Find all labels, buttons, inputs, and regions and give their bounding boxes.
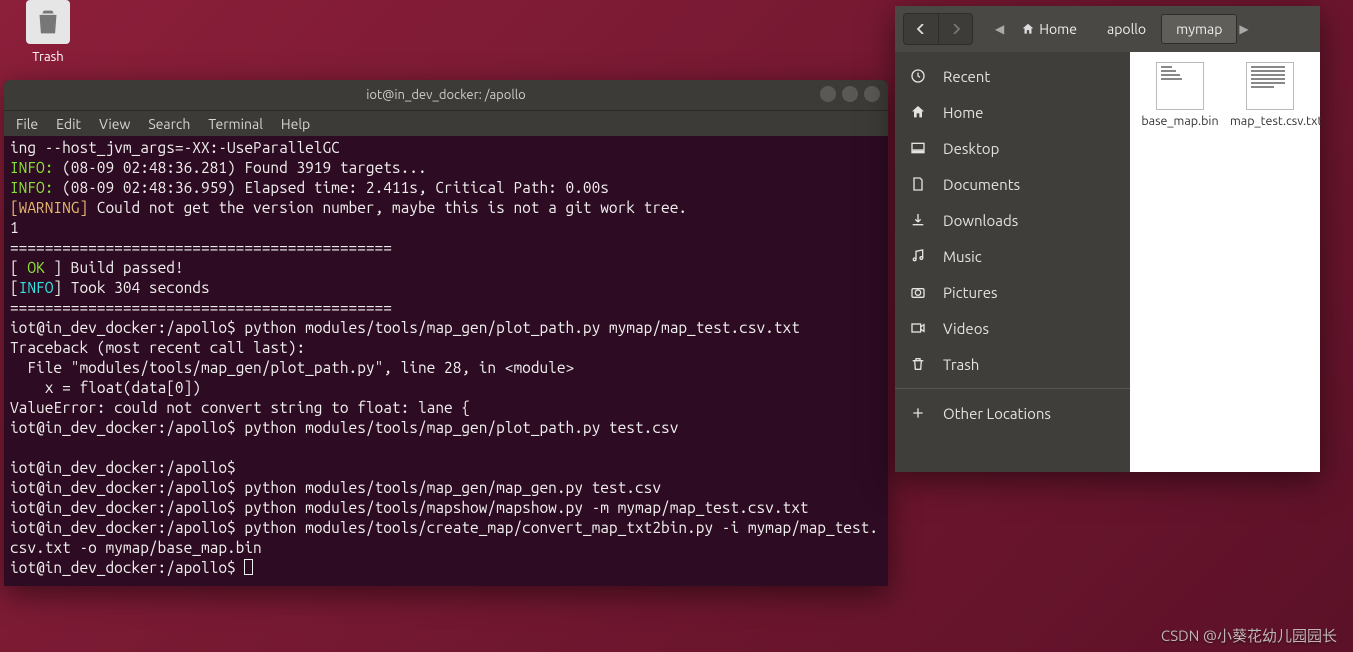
- file-label: map_test.csv.txt: [1230, 114, 1310, 128]
- path-right-icon[interactable]: ▶: [1237, 22, 1250, 36]
- menu-help[interactable]: Help: [281, 116, 310, 132]
- path-segment-apollo[interactable]: apollo: [1092, 14, 1161, 44]
- files-window: ◀ Home apollo mymap ▶ Recent: [895, 6, 1320, 472]
- terminal-window: iot@in_dev_docker: /apollo File Edit Vie…: [4, 80, 888, 586]
- desktop-icon-trash[interactable]: Trash: [18, 0, 78, 64]
- terminal-title: iot@in_dev_docker: /apollo: [366, 88, 526, 102]
- sidebar-item-trash[interactable]: Trash: [895, 346, 1130, 382]
- file-icon: [1246, 62, 1294, 110]
- desktop-icon: [909, 139, 927, 157]
- menu-file[interactable]: File: [16, 116, 38, 132]
- file-item-base-map-bin[interactable]: base_map.bin: [1140, 62, 1220, 128]
- path-segment-mymap[interactable]: mymap: [1161, 14, 1237, 44]
- sidebar-separator: [895, 388, 1130, 389]
- chevron-right-icon: [951, 24, 961, 34]
- minimize-button[interactable]: [820, 86, 836, 102]
- nav-buttons: [903, 13, 973, 45]
- document-icon: [909, 175, 927, 193]
- sidebar-item-desktop[interactable]: Desktop: [895, 130, 1130, 166]
- sidebar-item-home[interactable]: Home: [895, 94, 1130, 130]
- terminal-menubar: File Edit View Search Terminal Help: [4, 110, 888, 136]
- back-button[interactable]: [904, 14, 938, 44]
- sidebar-item-recent[interactable]: Recent: [895, 58, 1130, 94]
- path-bar: ◀ Home apollo mymap ▶: [993, 14, 1251, 44]
- sidebar-item-music[interactable]: Music: [895, 238, 1130, 274]
- forward-button[interactable]: [938, 14, 972, 44]
- menu-search[interactable]: Search: [148, 116, 190, 132]
- home-icon: [909, 103, 927, 121]
- files-content[interactable]: base_map.bin map_test.csv.txt: [1130, 52, 1320, 472]
- sidebar-item-documents[interactable]: Documents: [895, 166, 1130, 202]
- home-icon: [1021, 22, 1035, 36]
- video-icon: [909, 319, 927, 337]
- file-label: base_map.bin: [1140, 114, 1220, 128]
- camera-icon: [909, 283, 927, 301]
- trash-icon: [909, 355, 927, 373]
- plus-icon: [909, 404, 927, 422]
- menu-view[interactable]: View: [99, 116, 130, 132]
- sidebar-item-pictures[interactable]: Pictures: [895, 274, 1130, 310]
- desktop-icon-label: Trash: [18, 50, 78, 64]
- close-button[interactable]: [864, 86, 880, 102]
- terminal-cursor: [244, 559, 253, 575]
- files-toolbar: ◀ Home apollo mymap ▶: [895, 6, 1320, 52]
- path-left-icon[interactable]: ◀: [993, 22, 1006, 36]
- sidebar-item-downloads[interactable]: Downloads: [895, 202, 1130, 238]
- music-icon: [909, 247, 927, 265]
- sidebar-item-other-locations[interactable]: Other Locations: [895, 395, 1130, 431]
- file-item-map-test-csv-txt[interactable]: map_test.csv.txt: [1230, 62, 1310, 128]
- menu-edit[interactable]: Edit: [56, 116, 81, 132]
- terminal-titlebar[interactable]: iot@in_dev_docker: /apollo: [4, 80, 888, 110]
- file-icon: [1156, 62, 1204, 110]
- sidebar-item-videos[interactable]: Videos: [895, 310, 1130, 346]
- terminal-body[interactable]: ing --host_jvm_args=-XX:-UseParallelGC I…: [4, 136, 888, 586]
- maximize-button[interactable]: [842, 86, 858, 102]
- menu-terminal[interactable]: Terminal: [208, 116, 263, 132]
- watermark: CSDN @小葵花幼儿园园长: [1161, 625, 1337, 646]
- download-icon: [909, 211, 927, 229]
- clock-icon: [909, 67, 927, 85]
- path-home[interactable]: Home: [1006, 14, 1092, 44]
- files-sidebar: Recent Home Desktop Documents Downloads …: [895, 52, 1130, 472]
- trash-icon: [26, 0, 70, 44]
- chevron-left-icon: [916, 24, 926, 34]
